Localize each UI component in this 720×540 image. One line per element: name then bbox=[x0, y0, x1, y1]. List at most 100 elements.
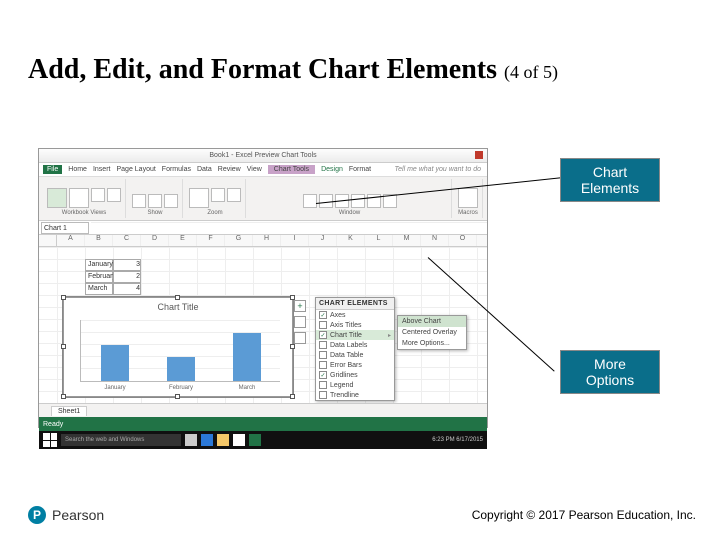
zoom-icon[interactable] bbox=[189, 188, 209, 208]
ruler-icon[interactable] bbox=[132, 194, 146, 208]
chart-filters-button[interactable] bbox=[294, 332, 306, 344]
checkbox-icon[interactable]: ✓ bbox=[319, 331, 327, 339]
tab-page-layout[interactable]: Page Layout bbox=[116, 166, 155, 173]
task-view-icon[interactable] bbox=[185, 434, 197, 446]
page-layout-icon[interactable] bbox=[91, 188, 105, 202]
col-header[interactable]: N bbox=[421, 235, 449, 246]
col-header[interactable]: I bbox=[281, 235, 309, 246]
col-header[interactable]: B bbox=[85, 235, 113, 246]
cell[interactable]: 4 bbox=[113, 283, 141, 295]
resize-handle[interactable] bbox=[175, 295, 180, 300]
chart-elements-option[interactable]: Data Table bbox=[316, 350, 394, 360]
cell[interactable]: February bbox=[85, 271, 113, 283]
zoom-selection-icon[interactable] bbox=[227, 188, 241, 202]
normal-view-icon[interactable] bbox=[47, 188, 67, 208]
tab-file[interactable]: File bbox=[43, 165, 62, 174]
chart-elements-option[interactable]: ✓Axes bbox=[316, 310, 394, 320]
checkbox-icon[interactable] bbox=[319, 391, 327, 399]
col-header[interactable]: A bbox=[57, 235, 85, 246]
tab-data[interactable]: Data bbox=[197, 166, 212, 173]
cell[interactable]: 3 bbox=[113, 259, 141, 271]
store-icon[interactable] bbox=[233, 434, 245, 446]
resize-handle[interactable] bbox=[290, 344, 295, 349]
col-header[interactable]: D bbox=[141, 235, 169, 246]
resize-handle[interactable] bbox=[61, 295, 66, 300]
chart-elements-button[interactable]: + bbox=[294, 300, 306, 312]
tab-review[interactable]: Review bbox=[218, 166, 241, 173]
tab-home[interactable]: Home bbox=[68, 166, 87, 173]
taskbar-clock[interactable]: 6:23 PM 6/17/2015 bbox=[432, 437, 483, 443]
col-header[interactable]: H bbox=[253, 235, 281, 246]
worksheet-area[interactable]: January 3 February 2 March 4 Chart Title bbox=[39, 247, 487, 403]
ribbon-group-zoom: Zoom bbox=[185, 179, 246, 218]
chart-title-submenu-option[interactable]: Above Chart bbox=[398, 316, 466, 327]
custom-views-icon[interactable] bbox=[107, 188, 121, 202]
chart-elements-option[interactable]: ✓Gridlines bbox=[316, 370, 394, 380]
window-close-button[interactable] bbox=[475, 151, 483, 159]
chart-title-submenu-option[interactable]: More Options... bbox=[398, 338, 466, 349]
chart-bar[interactable] bbox=[233, 333, 261, 381]
tab-formulas[interactable]: Formulas bbox=[162, 166, 191, 173]
page-break-preview-icon[interactable] bbox=[69, 188, 89, 208]
ribbon: Workbook Views Show Zoom bbox=[39, 177, 487, 221]
split-icon[interactable] bbox=[351, 194, 365, 208]
chart-plot-area[interactable]: January February March bbox=[80, 320, 280, 382]
cell[interactable]: January bbox=[85, 259, 113, 271]
select-all-corner[interactable] bbox=[39, 235, 57, 246]
headings-icon[interactable] bbox=[164, 194, 178, 208]
checkbox-icon[interactable]: ✓ bbox=[319, 311, 327, 319]
col-header[interactable]: L bbox=[365, 235, 393, 246]
col-header[interactable]: G bbox=[225, 235, 253, 246]
taskbar-search[interactable]: Search the web and Windows bbox=[61, 434, 181, 446]
chart-elements-option[interactable]: Data Labels bbox=[316, 340, 394, 350]
tab-insert[interactable]: Insert bbox=[93, 166, 111, 173]
col-header[interactable]: O bbox=[449, 235, 477, 246]
resize-handle[interactable] bbox=[175, 394, 180, 399]
chart-elements-option[interactable]: ✓Chart Title▸ bbox=[316, 330, 394, 340]
new-window-icon[interactable] bbox=[303, 194, 317, 208]
tab-design[interactable]: Design bbox=[321, 166, 343, 173]
chart-bar[interactable] bbox=[101, 345, 129, 381]
embedded-chart[interactable]: Chart Title January February March + bbox=[63, 297, 293, 397]
chart-styles-button[interactable] bbox=[294, 316, 306, 328]
checkbox-icon[interactable] bbox=[319, 321, 327, 329]
col-header[interactable]: C bbox=[113, 235, 141, 246]
col-header[interactable]: F bbox=[197, 235, 225, 246]
start-button[interactable] bbox=[43, 433, 57, 447]
col-header[interactable]: K bbox=[337, 235, 365, 246]
col-header[interactable]: J bbox=[309, 235, 337, 246]
submenu-arrow-icon: ▸ bbox=[388, 332, 391, 339]
cell[interactable]: March bbox=[85, 283, 113, 295]
tab-view[interactable]: View bbox=[247, 166, 262, 173]
checkbox-icon[interactable] bbox=[319, 381, 327, 389]
file-explorer-icon[interactable] bbox=[217, 434, 229, 446]
chart-elements-option[interactable]: Legend bbox=[316, 380, 394, 390]
checkbox-icon[interactable]: ✓ bbox=[319, 371, 327, 379]
col-header[interactable]: E bbox=[169, 235, 197, 246]
tell-me-input[interactable]: Tell me what you want to do bbox=[394, 166, 481, 173]
resize-handle[interactable] bbox=[61, 394, 66, 399]
source-data-range[interactable]: January 3 February 2 March 4 bbox=[85, 259, 141, 295]
sheet-tab[interactable]: Sheet1 bbox=[51, 406, 87, 416]
chart-elements-option[interactable]: Error Bars bbox=[316, 360, 394, 370]
name-box[interactable]: Chart 1 bbox=[41, 222, 89, 234]
macros-icon[interactable] bbox=[458, 188, 478, 208]
checkbox-icon[interactable] bbox=[319, 341, 327, 349]
checkbox-icon[interactable] bbox=[319, 361, 327, 369]
cell[interactable]: 2 bbox=[113, 271, 141, 283]
resize-handle[interactable] bbox=[290, 394, 295, 399]
checkbox-icon[interactable] bbox=[319, 351, 327, 359]
chart-elements-option[interactable]: Axis Titles bbox=[316, 320, 394, 330]
col-header[interactable]: M bbox=[393, 235, 421, 246]
chart-title-submenu-option[interactable]: Centered Overlay bbox=[398, 327, 466, 338]
zoom-100-icon[interactable] bbox=[211, 188, 225, 202]
tab-format[interactable]: Format bbox=[349, 166, 371, 173]
chart-title[interactable]: Chart Title bbox=[64, 302, 292, 312]
chart-elements-option[interactable]: Trendline bbox=[316, 390, 394, 400]
chart-bar[interactable] bbox=[167, 357, 195, 381]
edge-icon[interactable] bbox=[201, 434, 213, 446]
gridlines-icon[interactable] bbox=[148, 194, 162, 208]
formula-bar[interactable] bbox=[91, 222, 487, 234]
excel-taskbar-icon[interactable] bbox=[249, 434, 261, 446]
resize-handle[interactable] bbox=[61, 344, 66, 349]
